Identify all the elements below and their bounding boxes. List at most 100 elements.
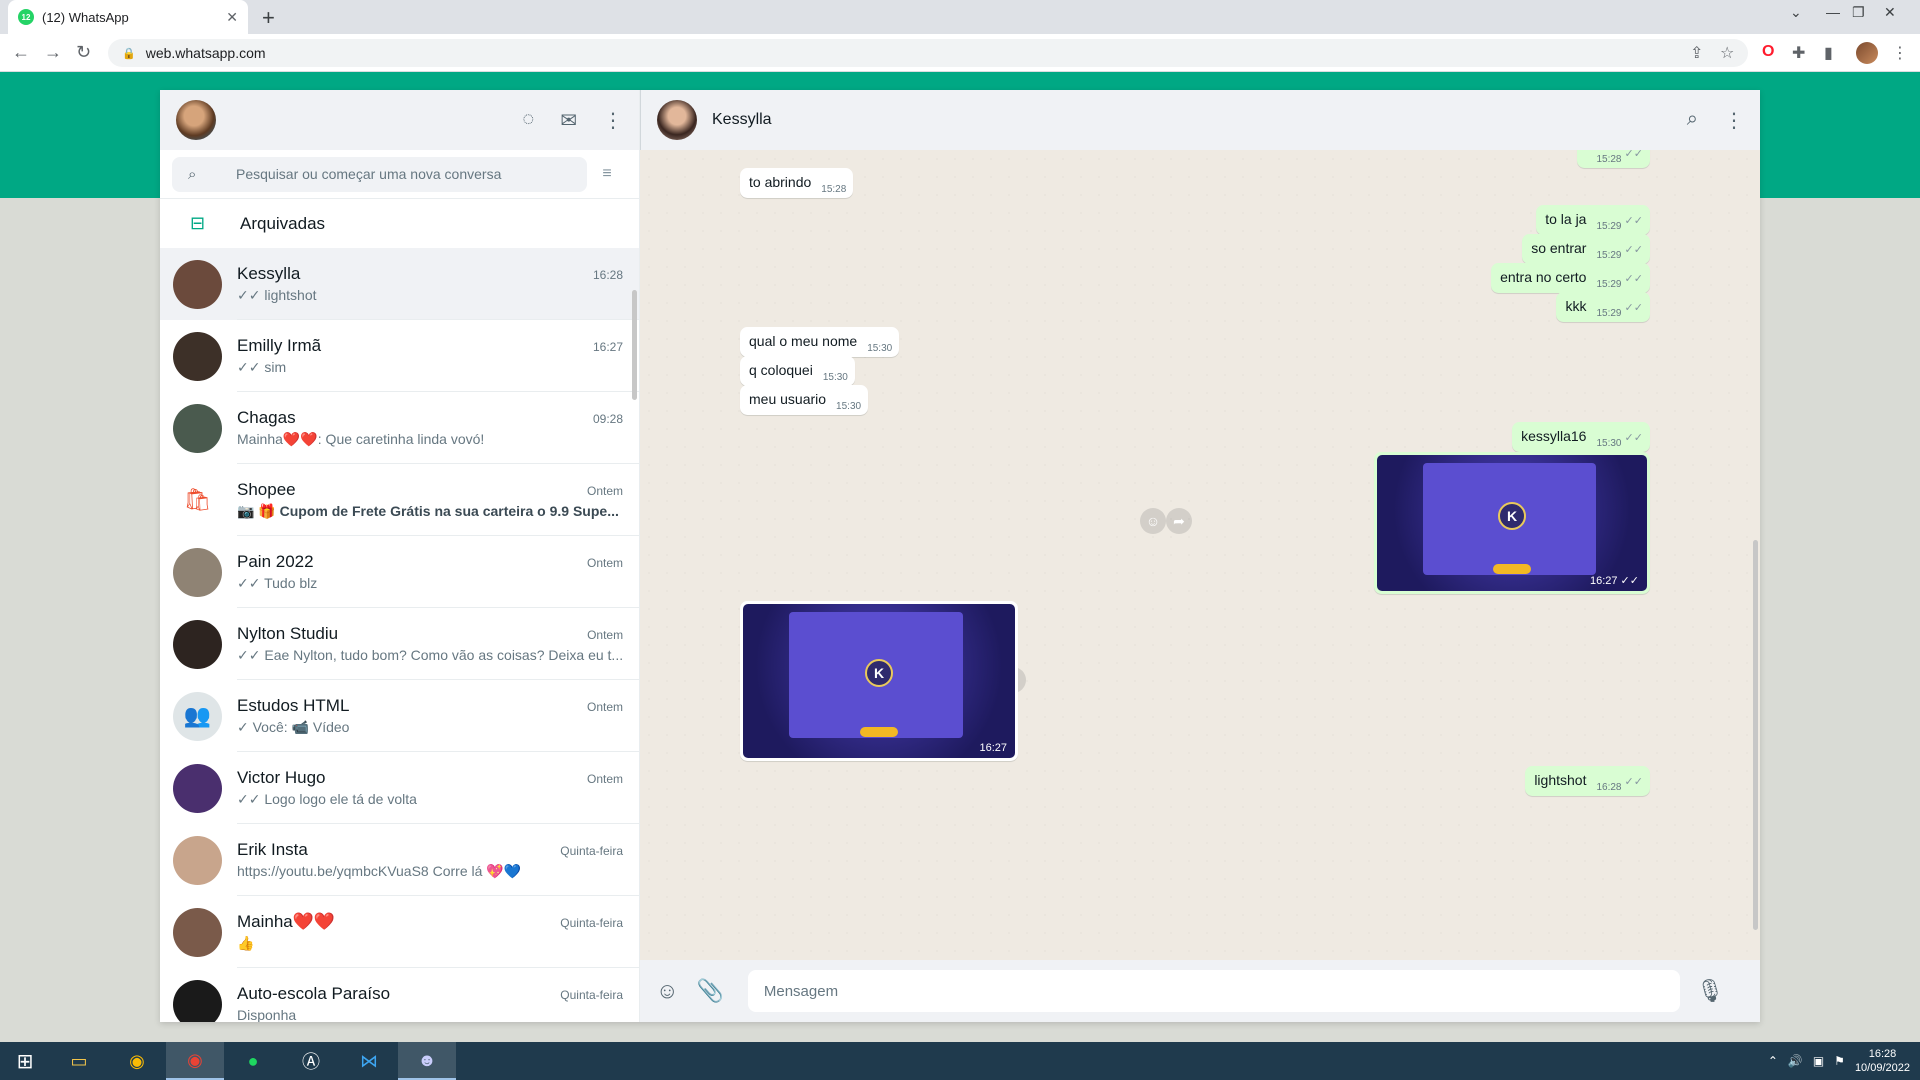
chat-item[interactable]: Erik Insta Quinta-feira https://youtu.be/y…	[160, 824, 639, 896]
chrome-active-icon[interactable]: ◉	[166, 1042, 224, 1080]
ready-button-graphic	[859, 727, 899, 738]
network-icon[interactable]: ▣	[1813, 1054, 1824, 1068]
volume-icon[interactable]: 🔊	[1788, 1054, 1803, 1068]
file-explorer-icon[interactable]: ▭	[50, 1042, 108, 1080]
forward-icon[interactable]: →	[44, 42, 62, 63]
contact-avatar[interactable]	[657, 100, 697, 140]
sidepanel-icon[interactable]: ▮	[1824, 43, 1833, 63]
chat-item-header: Auto-escola Paraíso Quinta-feira	[237, 984, 623, 1004]
chat-item[interactable]: Chagas 09:28 Mainha❤️❤️: Que caretinha lin…	[160, 392, 639, 464]
search-input[interactable]: ⌕ Pesquisar ou começar uma nova conversa	[172, 156, 587, 192]
chat-item[interactable]: Emilly Irmã 16:27 ✓✓ sim	[160, 320, 639, 392]
search-messages-icon[interactable]: ⌕	[1687, 108, 1698, 133]
chat-name: Emilly Irmã	[237, 335, 322, 355]
chat-item[interactable]: Pain 2022 Ontem ✓✓ Tudo blz	[160, 536, 639, 608]
restore-icon[interactable]: ❐	[1852, 4, 1865, 21]
message-text: entra no certo	[1500, 269, 1587, 285]
clock[interactable]: 16:28 10/09/2022	[1855, 1047, 1910, 1075]
chat-time: Ontem	[586, 555, 623, 570]
messages-scrollbar[interactable]	[1753, 540, 1758, 930]
attach-clip-icon[interactable]: 📎	[696, 978, 723, 1004]
chat-item-header: Kessylla 16:28	[237, 264, 623, 284]
chat-item[interactable]: Kessylla 16:28 ✓✓ lightshot	[160, 248, 639, 320]
chat-list: Kessylla 16:28 ✓✓ lightshot Emilly Irmã 16:2…	[160, 248, 639, 1022]
outgoing-message[interactable]: kessylla16 15:30 ✓✓	[1512, 422, 1650, 452]
extensions-puzzle-icon[interactable]: ✚	[1792, 43, 1805, 63]
chat-item[interactable]: Nylton Studiu Ontem ✓✓ Eae Nylton, tudo bo…	[160, 608, 639, 680]
game-screenshot-image: K 16:27	[743, 604, 1015, 758]
outgoing-message[interactable]: to la ja 15:29 ✓✓	[1536, 205, 1650, 235]
new-tab-icon[interactable]: +	[262, 5, 275, 31]
chat-preview: https://youtu.be/yqmbcKVuaS8 Corre lá 💖💙	[237, 862, 522, 879]
search-icon: ⌕	[188, 165, 197, 183]
reload-icon[interactable]: ↻	[76, 42, 91, 63]
chat-item[interactable]: Auto-escola Paraíso Quinta-feira Disponha	[160, 968, 639, 1022]
app-a-icon[interactable]: Ⓐ	[282, 1042, 340, 1080]
filter-icon[interactable]: ≡	[587, 165, 627, 183]
chat-item[interactable]: Mainha❤️❤️ Quinta-feira 👍	[160, 896, 639, 968]
browser-menu-icon[interactable]: ⋮	[1892, 43, 1908, 63]
my-avatar[interactable]	[176, 100, 216, 140]
double-check-icon: ✓✓	[1621, 302, 1643, 314]
double-check-icon: ✓✓	[1621, 150, 1643, 160]
system-tray: ⌃ 🔊 ▣ ⚑ 16:28 10/09/2022	[1768, 1047, 1920, 1075]
react-emoji-icon[interactable]: ☺	[1140, 508, 1166, 534]
spotify-icon[interactable]: ●	[224, 1042, 282, 1080]
image-message[interactable]: K 16:27	[740, 601, 1018, 761]
image-message[interactable]: K 16:27 ✓✓	[1374, 452, 1650, 594]
conversation-menu-icon[interactable]: ⋮	[1724, 108, 1744, 133]
emoji-icon[interactable]: ☺	[656, 978, 678, 1004]
tray-chevron-icon[interactable]: ⌃	[1768, 1054, 1778, 1068]
chat-item-header: Nylton Studiu Ontem	[237, 624, 623, 644]
chat-item[interactable]: Victor Hugo Ontem ✓✓ Logo logo ele tá de v…	[160, 752, 639, 824]
incoming-message[interactable]: qual o meu nome 15:30	[740, 327, 900, 357]
incoming-message[interactable]: q coloquei 15:30	[740, 356, 855, 386]
discord-icon[interactable]: ☻	[398, 1042, 456, 1080]
message-input[interactable]: Mensagem	[747, 970, 1681, 1012]
windows-start-icon[interactable]: ⊞	[0, 1042, 50, 1080]
minimize-icon[interactable]: —	[1826, 4, 1840, 20]
vscode-icon[interactable]: ⋈	[340, 1042, 398, 1080]
contact-name[interactable]: Kessylla	[712, 111, 772, 129]
tab-search-icon[interactable]: ⌄	[1790, 4, 1802, 21]
microphone-icon[interactable]: 🎙	[1696, 978, 1724, 1004]
outgoing-message[interactable]: lightshot 16:28 ✓✓	[1525, 766, 1650, 796]
sidebar-scrollbar[interactable]	[632, 290, 637, 400]
chat-preview: ✓✓ Logo logo ele tá de volta	[237, 790, 417, 807]
bookmark-star-icon[interactable]: ☆	[1720, 43, 1734, 63]
flag-icon[interactable]: ⚑	[1834, 1054, 1845, 1068]
outgoing-message[interactable]: 15:28 ✓✓	[1577, 150, 1650, 168]
close-tab-icon[interactable]: ✕	[226, 9, 238, 26]
outgoing-message[interactable]: entra no certo 15:29 ✓✓	[1491, 263, 1650, 293]
chat-avatar	[173, 979, 222, 1022]
conversation-header[interactable]: Kessylla ⌕ ⋮	[640, 90, 1760, 150]
new-chat-icon[interactable]: ✉	[560, 108, 577, 133]
windows-taskbar: ⊞ ▭ ◉ ◉ ● Ⓐ ⋈ ☻ ⌃ 🔊 ▣ ⚑ 16:28 10/09/2022	[0, 1042, 1920, 1080]
whatsapp-app: ◌ ✉ ⋮ ⌕ Pesquisar ou começar uma nova co…	[160, 90, 1760, 1022]
incoming-message[interactable]: to abrindo 15:28	[740, 168, 854, 198]
message-time: 15:30	[822, 372, 848, 383]
double-check-icon: ✓✓	[1621, 776, 1643, 788]
double-check-icon: ✓✓	[1621, 215, 1643, 227]
archived-row[interactable]: ⊟ Arquivadas	[160, 199, 639, 248]
close-window-icon[interactable]: ✕	[1884, 4, 1896, 21]
chat-item[interactable]: 🛍 Shopee Ontem 📷 🎁 Cupom de Frete Grátis na…	[160, 464, 639, 536]
opera-extension-icon[interactable]: O	[1762, 43, 1774, 61]
profile-avatar[interactable]	[1856, 42, 1878, 64]
menu-icon[interactable]: ⋮	[603, 108, 623, 133]
chrome-icon[interactable]: ◉	[108, 1042, 166, 1080]
status-icon[interactable]: ◌	[522, 108, 534, 133]
outgoing-message[interactable]: kkk 15:29 ✓✓	[1556, 292, 1650, 322]
chat-preview: ✓✓ Eae Nylton, tudo bom? Como vão as coi…	[237, 646, 624, 663]
browser-tabbar: 12 (12) WhatsApp ✕ + ⌄ — ❐ ✕	[0, 0, 1920, 34]
chat-item-header: Pain 2022 Ontem	[237, 552, 623, 572]
forward-icon[interactable]: ➦	[1166, 508, 1192, 534]
back-icon[interactable]: ←	[12, 42, 30, 63]
outgoing-message[interactable]: so entrar 15:29 ✓✓	[1522, 234, 1650, 264]
incoming-message[interactable]: meu usuario 15:30	[740, 385, 869, 415]
chat-item-body: Chagas 09:28 Mainha❤️❤️: Que caretinha lin…	[237, 392, 639, 464]
chat-item[interactable]: 👥 Estudos HTML Ontem ✓ Você: 📹 Vídeo	[160, 680, 639, 752]
browser-tab-whatsapp[interactable]: 12 (12) WhatsApp ✕	[8, 0, 248, 34]
share-icon[interactable]: ⇪	[1690, 43, 1703, 63]
address-bar[interactable]: 🔒 web.whatsapp.com	[108, 39, 1748, 67]
